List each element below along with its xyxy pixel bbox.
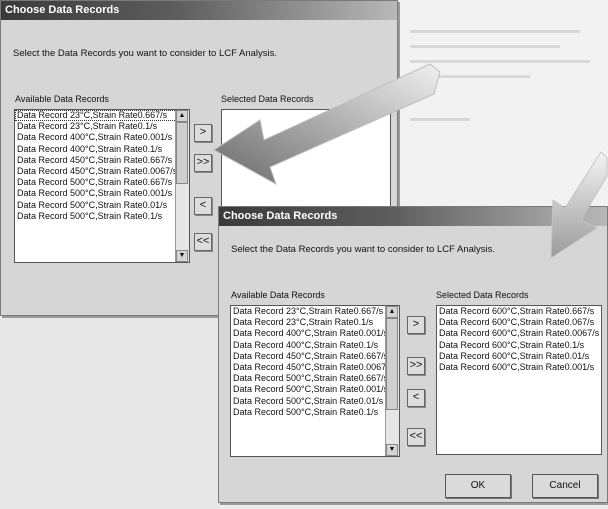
- selected-records-label: Selected Data Records: [436, 290, 529, 300]
- scroll-up-button[interactable]: ▲: [176, 110, 188, 122]
- available-records-label: Available Data Records: [231, 290, 325, 300]
- arrow-up-icon: ▲: [388, 308, 396, 315]
- add-all-button[interactable]: >>: [194, 154, 212, 172]
- remove-button[interactable]: <: [194, 197, 212, 215]
- list-item[interactable]: Data Record 400°C,Strain Rate0.001/s: [15, 132, 189, 143]
- add-all-button[interactable]: >>: [407, 357, 425, 375]
- list-item[interactable]: Data Record 23°C,Strain Rate0.1/s: [15, 121, 189, 132]
- list-item[interactable]: Data Record 500°C,Strain Rate0.01/s: [231, 396, 399, 407]
- arrow-down-icon: ▼: [178, 252, 186, 259]
- available-records-list[interactable]: Data Record 23°C,Strain Rate0.667/s Data …: [14, 109, 190, 263]
- scrollbar[interactable]: ▲ ▼: [385, 306, 399, 456]
- selected-records-list[interactable]: Data Record 600°C,Strain Rate0.667/s Data…: [436, 305, 602, 455]
- text-line: [410, 30, 580, 33]
- list-item[interactable]: Data Record 600°C,Strain Rate0.667/s: [437, 306, 601, 317]
- ok-button[interactable]: OK: [445, 474, 511, 498]
- text-line: [410, 45, 560, 48]
- arrow-down-icon: ▼: [388, 446, 396, 453]
- list-item[interactable]: Data Record 500°C,Strain Rate0.01/s: [15, 200, 189, 211]
- dialog-prompt: Select the Data Records you want to cons…: [231, 244, 496, 255]
- list-item[interactable]: Data Record 600°C,Strain Rate0.0067/s: [437, 328, 601, 339]
- scroll-down-button[interactable]: ▼: [386, 444, 398, 456]
- list-item[interactable]: Data Record 500°C,Strain Rate0.001/s: [231, 384, 399, 395]
- scroll-thumb[interactable]: [386, 318, 398, 410]
- scroll-down-button[interactable]: ▼: [176, 250, 188, 262]
- list-item[interactable]: Data Record 400°C,Strain Rate0.1/s: [15, 144, 189, 155]
- remove-button[interactable]: <: [407, 389, 425, 407]
- list-item[interactable]: Data Record 400°C,Strain Rate0.1/s: [231, 340, 399, 351]
- arrow-right-icon: [213, 63, 441, 186]
- list-item[interactable]: Data Record 600°C,Strain Rate0.067/s: [437, 317, 601, 328]
- cancel-button[interactable]: Cancel: [532, 474, 598, 498]
- list-item[interactable]: Data Record 500°C,Strain Rate0.1/s: [15, 211, 189, 222]
- list-item[interactable]: Data Record 600°C,Strain Rate0.1/s: [437, 340, 601, 351]
- list-item[interactable]: Data Record 500°C,Strain Rate0.667/s: [15, 177, 189, 188]
- list-item[interactable]: Data Record 500°C,Strain Rate0.667/s: [231, 373, 399, 384]
- list-item[interactable]: Data Record 600°C,Strain Rate0.01/s: [437, 351, 601, 362]
- list-item[interactable]: Data Record 450°C,Strain Rate0.667/s: [15, 155, 189, 166]
- list-item[interactable]: Data Record 23°C,Strain Rate0.667/s: [231, 306, 399, 317]
- dialog-title: Choose Data Records: [1, 1, 397, 20]
- list-item[interactable]: Data Record 23°C,Strain Rate0.667/s: [15, 110, 189, 122]
- list-item[interactable]: Data Record 600°C,Strain Rate0.001/s: [437, 362, 601, 373]
- list-item[interactable]: Data Record 450°C,Strain Rate0.667/s: [231, 351, 399, 362]
- scroll-thumb[interactable]: [176, 122, 188, 184]
- add-button[interactable]: >: [194, 124, 212, 142]
- available-records-list[interactable]: Data Record 23°C,Strain Rate0.667/s Data …: [230, 305, 400, 457]
- list-item[interactable]: Data Record 450°C,Strain Rate0.0067/s: [15, 166, 189, 177]
- list-item[interactable]: Data Record 23°C,Strain Rate0.1/s: [231, 317, 399, 328]
- list-item[interactable]: Data Record 400°C,Strain Rate0.001/s: [231, 328, 399, 339]
- remove-all-button[interactable]: <<: [194, 233, 212, 251]
- background-area: [0, 318, 220, 509]
- scrollbar[interactable]: ▲ ▼: [175, 110, 189, 262]
- arrow-down-icon: [550, 151, 608, 259]
- remove-all-button[interactable]: <<: [407, 428, 425, 446]
- list-item[interactable]: Data Record 500°C,Strain Rate0.1/s: [231, 407, 399, 418]
- arrow-up-icon: ▲: [178, 112, 186, 119]
- add-button[interactable]: >: [407, 316, 425, 334]
- list-item[interactable]: Data Record 500°C,Strain Rate0.001/s: [15, 188, 189, 199]
- scroll-up-button[interactable]: ▲: [386, 306, 398, 318]
- available-records-label: Available Data Records: [15, 94, 109, 104]
- dialog-prompt: Select the Data Records you want to cons…: [13, 48, 278, 59]
- list-item[interactable]: Data Record 450°C,Strain Rate0.0067/s: [231, 362, 399, 373]
